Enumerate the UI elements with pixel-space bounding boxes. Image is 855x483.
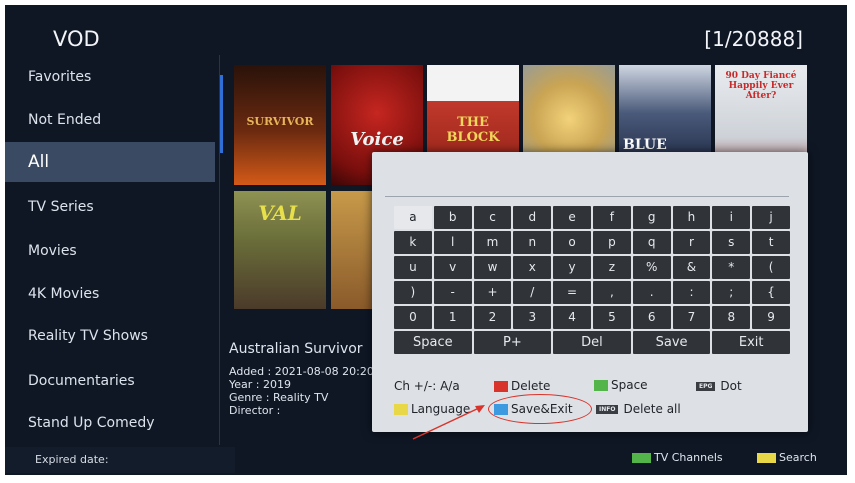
annotation-arrow-icon	[412, 405, 485, 440]
vod-screen: VOD [1/20888] Favorites Not Ended All TV…	[5, 5, 847, 475]
